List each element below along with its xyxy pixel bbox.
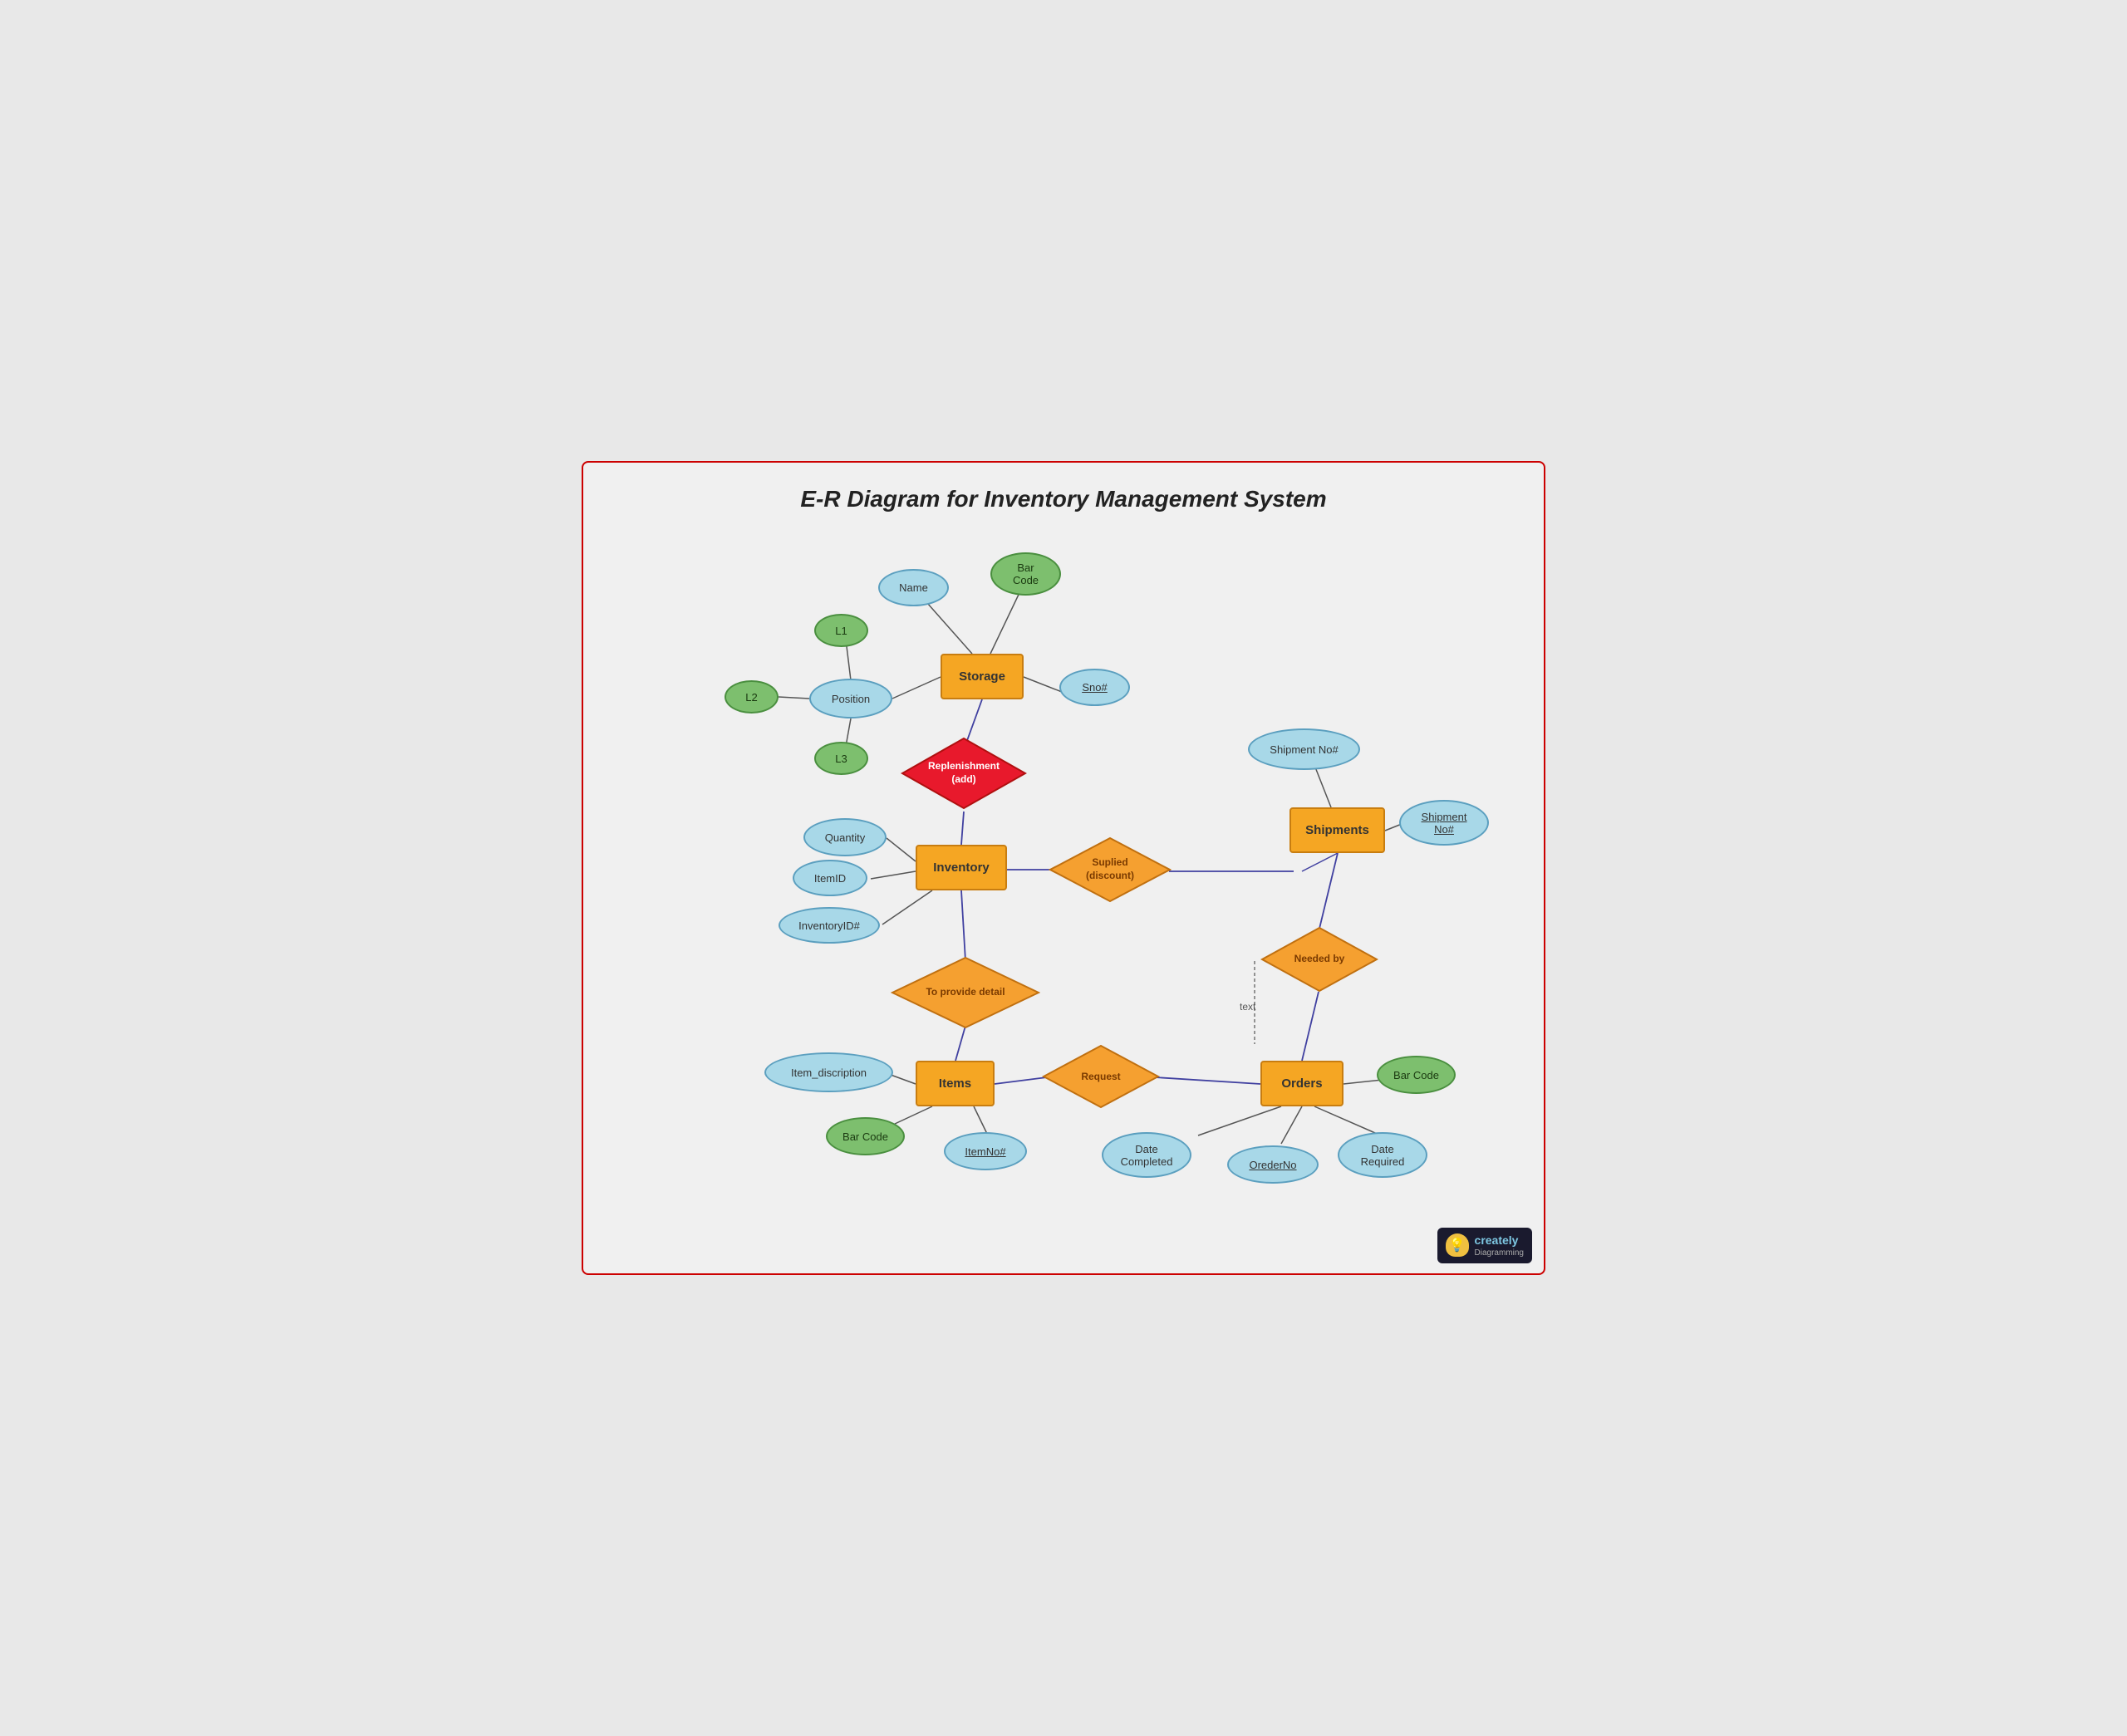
text-label: text — [1240, 1001, 1255, 1013]
diagram-container: E-R Diagram for Inventory Management Sys… — [582, 461, 1545, 1275]
attribute-shipment-no: ShipmentNo# — [1399, 800, 1489, 846]
entity-items: Items — [916, 1061, 995, 1106]
attribute-l3: L3 — [814, 742, 868, 775]
attribute-inventoryid: InventoryID# — [779, 907, 880, 944]
attribute-barcode-items: Bar Code — [826, 1117, 905, 1155]
attribute-itemid: ItemID — [793, 860, 867, 896]
attribute-name: Name — [878, 569, 949, 606]
logo-brand: creately — [1475, 1233, 1524, 1248]
attribute-barcode-orders: Bar Code — [1377, 1056, 1456, 1094]
attribute-position: Position — [809, 679, 892, 718]
attribute-quantity: Quantity — [803, 818, 887, 856]
entity-shipments: Shipments — [1289, 807, 1385, 853]
entity-inventory: Inventory — [916, 845, 1007, 890]
relationship-replenishment: Replenishment(add) — [901, 737, 1027, 810]
creately-logo: 💡 creately Diagramming — [1437, 1228, 1532, 1263]
relationship-to-provide: To provide detail — [891, 956, 1040, 1029]
attribute-orderno: OrederNo — [1227, 1145, 1319, 1184]
attribute-shipment-date: Shipment No# — [1248, 728, 1360, 770]
attribute-date-completed: DateCompleted — [1102, 1132, 1191, 1178]
attribute-l1: L1 — [814, 614, 868, 647]
attribute-l2: L2 — [725, 680, 779, 714]
attribute-date-required: DateRequired — [1338, 1132, 1427, 1178]
attribute-item-desc: Item_discription — [764, 1052, 893, 1092]
entity-orders: Orders — [1260, 1061, 1343, 1106]
attribute-itemno: ItemNo# — [944, 1132, 1027, 1170]
relationship-request: Request — [1042, 1044, 1160, 1109]
entity-storage: Storage — [941, 654, 1024, 699]
attribute-barcode-top: BarCode — [990, 552, 1061, 596]
logo-bulb-icon: 💡 — [1446, 1233, 1469, 1257]
logo-sub: Diagramming — [1475, 1248, 1524, 1258]
diagram-title: E-R Diagram for Inventory Management Sys… — [583, 463, 1544, 521]
attribute-sno: Sno# — [1059, 669, 1130, 706]
relationship-needed-by: Needed by — [1260, 926, 1378, 993]
relationship-supplied: Suplied(discount) — [1049, 836, 1172, 903]
